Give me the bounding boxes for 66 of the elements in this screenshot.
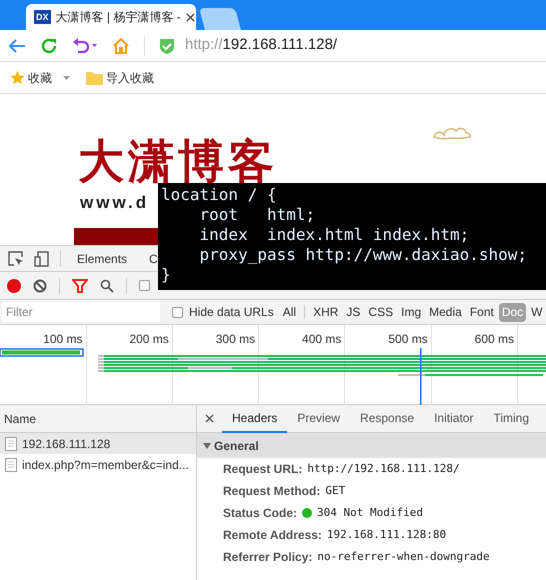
device-icon[interactable] [34, 250, 50, 266]
filter-field[interactable]: Filter [2, 302, 160, 322]
star-icon [10, 70, 25, 85]
tab-title: 大潇博客 | 杨宇潇博客 - [56, 9, 181, 26]
header-value: no-referrer-when-downgrade [317, 548, 490, 565]
close-icon[interactable] [186, 12, 195, 22]
search-icon[interactable] [100, 278, 114, 292]
site-favicon: DX [34, 10, 51, 24]
header-name: Request URL: [223, 461, 302, 478]
header-name: Status Code: [223, 505, 298, 522]
column-header: Name [0, 405, 196, 433]
header-value: http://192.168.111.128/ [307, 460, 460, 477]
caret-icon [63, 76, 70, 80]
detail-tab[interactable]: Initiator [424, 404, 484, 432]
type-filter-button[interactable]: CSS [365, 302, 396, 322]
header-name: Request Method: [223, 483, 320, 500]
type-filter-button[interactable]: Img [398, 302, 424, 322]
expand-icon [203, 442, 211, 448]
detail-tab[interactable]: Timing [483, 404, 540, 432]
cloud-icon [432, 126, 472, 140]
inspect-icon[interactable] [8, 250, 24, 266]
record-button[interactable] [7, 278, 21, 292]
undo-icon[interactable] [72, 38, 98, 54]
filter-icon[interactable] [72, 278, 88, 292]
url-field[interactable]: http://192.168.111.128/ [185, 34, 338, 57]
type-filter-button[interactable]: XHR [310, 302, 342, 322]
site-logo: 大潇博客 [78, 138, 278, 184]
type-filter-button[interactable]: Font [466, 302, 497, 322]
shield-icon [159, 36, 175, 54]
tick-label: 200 ms [129, 331, 169, 348]
tick-label: 100 ms [43, 331, 82, 348]
back-icon[interactable] [8, 38, 26, 54]
refresh-icon[interactable] [40, 36, 58, 54]
document-icon [5, 436, 17, 450]
panel-tab[interactable]: C [149, 250, 158, 268]
header-name: Referrer Policy: [223, 549, 312, 566]
header-value: 304 Not Modified [317, 504, 423, 521]
code-text: location / { root html; index index.html index.htm; proxy_pass http://www.daxiao.show; } [161, 185, 528, 285]
detail-tab[interactable]: Response [350, 404, 424, 432]
header-name: Remote Address: [223, 527, 322, 544]
tick-label: 600 ms [474, 331, 514, 348]
type-filter-button[interactable]: All [280, 302, 300, 322]
checkbox[interactable] [172, 306, 183, 318]
type-filter-button[interactable]: W [528, 302, 546, 322]
detail-tab[interactable]: Preview [287, 404, 350, 432]
document-icon [5, 458, 17, 472]
bookmark-item[interactable]: 导入收藏 [86, 68, 154, 86]
type-filter-button[interactable]: JS [343, 302, 364, 322]
checkbox[interactable] [139, 280, 150, 291]
browser-tab[interactable]: DX 大潇博客 | 杨宇潇博客 - [26, 4, 196, 30]
request-row[interactable]: 192.168.111.128 [0, 433, 196, 454]
header-value: 192.168.111.128:80 [326, 526, 446, 543]
clear-icon[interactable] [33, 278, 47, 292]
bookmark-item[interactable]: 收藏 [10, 68, 70, 86]
tick-label: 300 ms [216, 331, 256, 348]
close-icon[interactable] [205, 414, 214, 423]
header-value: GET [325, 482, 346, 499]
tick-label: 500 ms [388, 331, 428, 348]
section-header[interactable]: General [197, 433, 546, 458]
checkbox-label: Hide data URLs [189, 304, 274, 321]
site-url: www.d [80, 192, 150, 214]
request-row[interactable]: index.php?m=member&c=ind... [0, 454, 196, 475]
panel-tab[interactable]: Elements [77, 250, 128, 268]
type-filter-button[interactable]: Media [426, 302, 465, 322]
tick-label: 400 ms [302, 331, 342, 348]
folder-icon [86, 70, 103, 84]
